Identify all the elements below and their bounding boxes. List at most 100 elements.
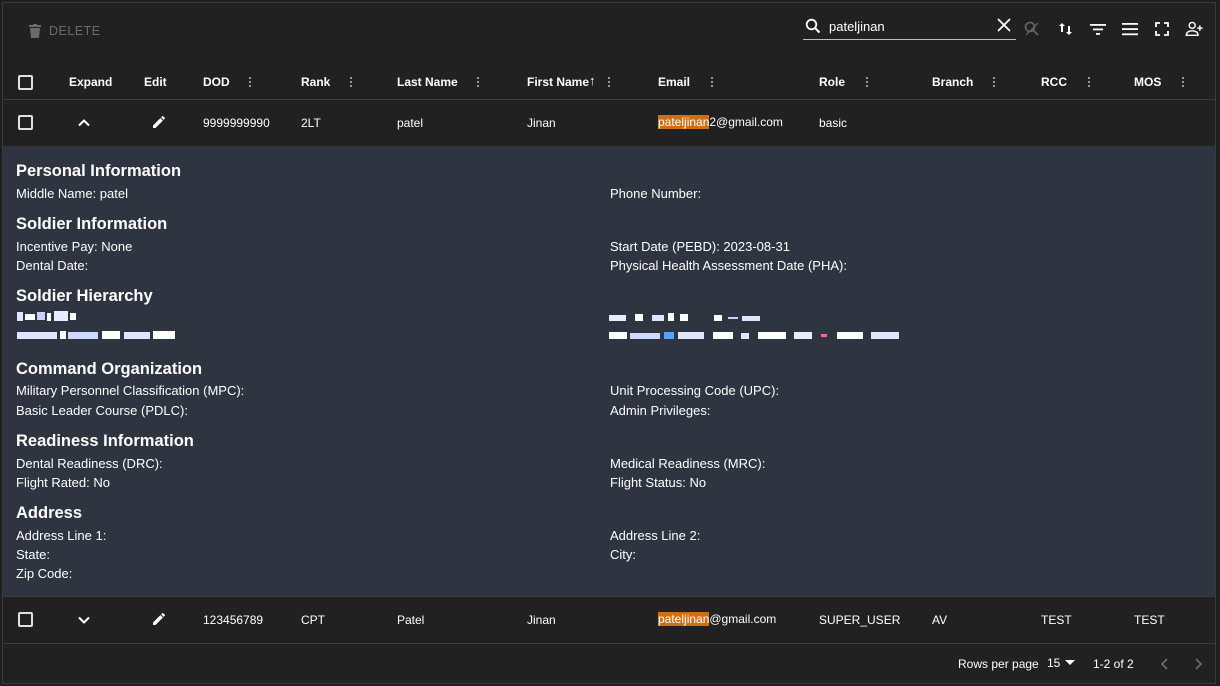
cell-role: SUPER_USER	[819, 613, 901, 627]
cell-branch: AV	[932, 613, 948, 627]
field-mrc: Medical Readiness (MRC):	[610, 456, 766, 471]
column-menu-icon[interactable]	[1181, 75, 1185, 89]
column-header-first-name[interactable]: First Name	[527, 75, 589, 89]
email-remainder: 2@gmail.com	[709, 115, 783, 129]
field-upc: Unit Processing Code (UPC):	[610, 383, 780, 398]
field-mpc: Military Personnel Classification (MPC):	[16, 383, 245, 398]
email-remainder: @gmail.com	[709, 612, 777, 626]
column-menu-icon[interactable]	[1087, 75, 1091, 89]
field-incentive-pay: Incentive Pay: None	[16, 239, 133, 254]
section-title-hierarchy: Soldier Hierarchy	[16, 287, 153, 305]
search-input[interactable]	[827, 17, 991, 35]
density-icon[interactable]	[1120, 19, 1140, 39]
column-menu-icon[interactable]	[992, 75, 996, 89]
field-flight-status: Flight Status: No	[610, 475, 707, 490]
redacted-hierarchy-right	[609, 313, 899, 339]
column-header-expand: Expand	[69, 75, 113, 89]
cell-dod: 9999999990	[203, 116, 270, 130]
section-title-address: Address	[16, 504, 83, 522]
column-header-rcc[interactable]: RCC	[1041, 75, 1067, 89]
cell-mos: TEST	[1134, 613, 1165, 627]
fullscreen-icon[interactable]	[1152, 19, 1172, 39]
cell-rank: 2LT	[301, 116, 321, 130]
redacted-hierarchy-left	[17, 311, 175, 339]
field-zip-code: Zip Code:	[16, 566, 73, 581]
search-off-icon[interactable]	[1022, 19, 1042, 39]
next-page-icon[interactable]	[1191, 657, 1205, 671]
cell-role: basic	[819, 116, 848, 130]
edit-pencil-icon[interactable]	[151, 611, 167, 627]
rows-per-page-select[interactable]: 15	[1047, 656, 1076, 670]
column-header-dod[interactable]: DOD	[203, 75, 230, 89]
edit-pencil-icon[interactable]	[151, 114, 167, 130]
column-header-role[interactable]: Role	[819, 75, 845, 89]
field-flight-rated: Flight Rated: No	[16, 475, 110, 490]
cell-rcc: TEST	[1041, 613, 1072, 627]
column-menu-icon[interactable]	[710, 75, 714, 89]
delete-button-label: DELETE	[49, 24, 101, 38]
field-pdlc: Basic Leader Course (PDLC):	[16, 403, 188, 418]
column-menu-icon[interactable]	[865, 75, 869, 89]
column-menu-icon[interactable]	[349, 75, 353, 89]
field-state: State:	[16, 547, 50, 562]
row-detail-panel: Personal Information Middle Name: patel …	[3, 146, 1215, 596]
cell-last-name: patel	[397, 116, 424, 130]
search-icon	[805, 18, 821, 34]
section-title-readiness: Readiness Information	[16, 432, 194, 450]
table-row: 123456789 CPT Patel Jinan pateljinan@gma…	[3, 596, 1215, 644]
section-title-personal: Personal Information	[16, 162, 182, 180]
row-select-checkbox[interactable]	[18, 612, 33, 627]
cell-email: pateljinan@gmail.com	[658, 610, 776, 628]
column-header-branch[interactable]: Branch	[932, 75, 973, 89]
field-address-line1: Address Line 1:	[16, 528, 107, 543]
select-all-checkbox[interactable]	[18, 75, 33, 90]
filter-icon[interactable]	[1088, 19, 1108, 39]
search-match-highlight: pateljinan	[658, 612, 710, 626]
chevron-up-icon[interactable]	[77, 116, 91, 130]
table-row: 9999999990 2LT patel Jinan pateljinan2@g…	[3, 100, 1215, 147]
search-match-highlight: pateljinan	[658, 115, 710, 129]
field-address-line2: Address Line 2:	[610, 528, 701, 543]
column-header-edit: Edit	[144, 75, 167, 89]
field-city: City:	[610, 547, 636, 562]
field-dental-date: Dental Date:	[16, 258, 89, 273]
field-phone-number: Phone Number:	[610, 186, 702, 201]
cell-last-name: Patel	[397, 613, 425, 627]
data-table-container: DELETE Expand Edit DOD R	[2, 2, 1216, 684]
delete-button[interactable]: DELETE	[29, 24, 101, 38]
cell-rank: CPT	[301, 613, 325, 627]
field-pha-date: Physical Health Assessment Date (PHA):	[610, 258, 847, 273]
cell-first-name: Jinan	[527, 613, 556, 627]
sort-icon[interactable]	[1056, 19, 1076, 39]
section-title-command: Command Organization	[16, 360, 203, 378]
rows-per-page-label: Rows per page	[958, 657, 1039, 671]
field-start-date: Start Date (PEBD): 2023-08-31	[610, 239, 790, 254]
previous-page-icon[interactable]	[1158, 657, 1172, 671]
add-user-icon[interactable]	[1184, 19, 1204, 39]
sort-ascending-icon[interactable]: ↑	[589, 73, 596, 88]
dropdown-arrow-icon	[1065, 660, 1076, 665]
field-admin-privileges: Admin Privileges:	[610, 403, 711, 418]
field-drc: Dental Readiness (DRC):	[16, 456, 163, 471]
column-header-mos[interactable]: MOS	[1134, 75, 1161, 89]
cell-first-name: Jinan	[527, 116, 556, 130]
column-header-last-name[interactable]: Last Name	[397, 75, 458, 89]
table-toolbar: DELETE	[3, 3, 1215, 63]
rows-per-page-value: 15	[1047, 656, 1061, 670]
cell-dod: 123456789	[203, 613, 264, 627]
row-select-checkbox[interactable]	[18, 115, 33, 130]
column-menu-icon[interactable]	[476, 75, 480, 89]
clear-search-icon[interactable]	[996, 17, 1012, 33]
column-menu-icon[interactable]	[248, 75, 252, 89]
section-title-soldier: Soldier Information	[16, 215, 168, 233]
chevron-down-icon[interactable]	[77, 613, 91, 627]
search-field	[803, 13, 1016, 40]
table-header-row: Expand Edit DOD Rank Last Name First Nam…	[3, 63, 1215, 100]
column-header-rank[interactable]: Rank	[301, 75, 330, 89]
pagination-range: 1-2 of 2	[1093, 657, 1134, 671]
column-menu-icon[interactable]	[607, 75, 611, 89]
cell-email: pateljinan2@gmail.com	[658, 113, 783, 131]
column-header-email[interactable]: Email	[658, 75, 690, 89]
trash-icon	[29, 24, 41, 38]
field-middle-name: Middle Name: patel	[16, 186, 128, 201]
